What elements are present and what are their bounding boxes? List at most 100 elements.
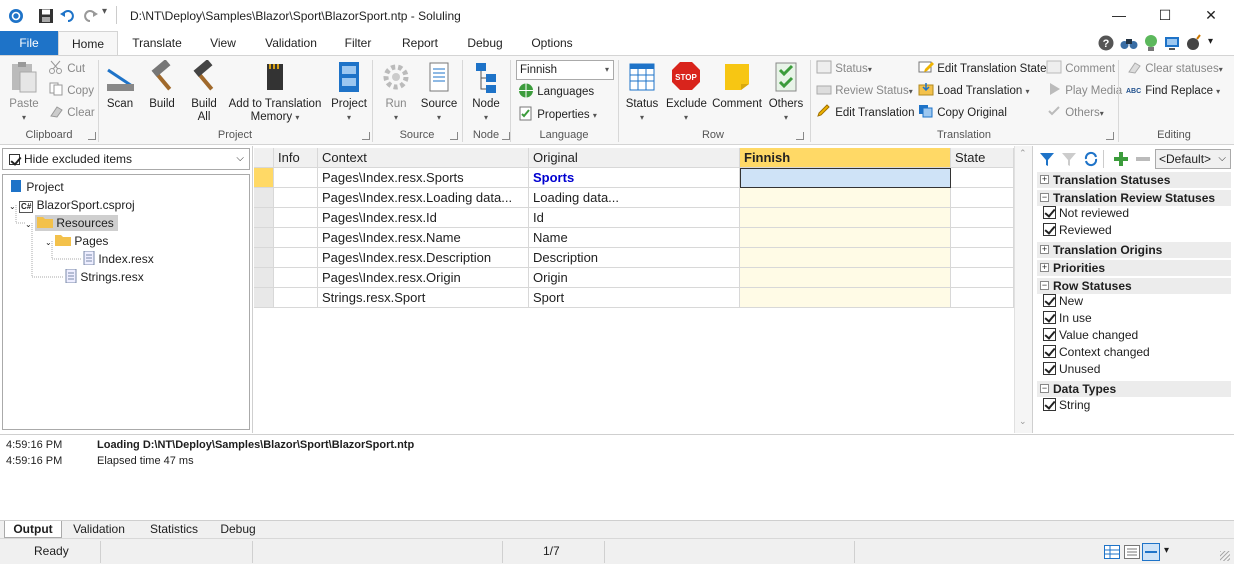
- finnish-cell[interactable]: [740, 228, 951, 248]
- tab-output-validation[interactable]: Validation: [66, 521, 132, 538]
- checkbox-checked[interactable]: [1043, 328, 1056, 341]
- minimize-button[interactable]: —: [1096, 0, 1142, 31]
- copy-button[interactable]: Copy: [48, 82, 94, 100]
- finnish-cell[interactable]: [740, 208, 951, 228]
- checkbox-checked[interactable]: [1043, 206, 1056, 219]
- language-select[interactable]: Finnish ▾: [516, 60, 614, 80]
- finnish-cell[interactable]: [740, 268, 951, 288]
- section-priorities[interactable]: + Priorities: [1037, 260, 1231, 276]
- original-cell[interactable]: Loading data...: [529, 188, 740, 208]
- tab-view[interactable]: View: [200, 31, 246, 55]
- view-dropdown-icon[interactable]: ▾: [1164, 545, 1169, 556]
- row-indicator-selected[interactable]: [254, 168, 274, 188]
- undo-icon[interactable]: [60, 8, 76, 24]
- copy-original-button[interactable]: Copy Original: [918, 104, 1007, 122]
- remove-icon[interactable]: [1135, 151, 1151, 167]
- filter-item-in-use[interactable]: In use: [1043, 310, 1092, 327]
- grid-vertical-scrollbar[interactable]: ⌃ ⌄: [1014, 146, 1032, 433]
- filter-item-reviewed[interactable]: Reviewed: [1043, 222, 1112, 239]
- bomb-icon[interactable]: [1186, 34, 1202, 51]
- tab-options[interactable]: Options: [522, 31, 582, 55]
- build-all-button[interactable]: Build All: [186, 60, 222, 124]
- output-log[interactable]: 4:59:16 PM Loading D:\NT\Deploy\Samples\…: [0, 434, 1234, 520]
- context-cell[interactable]: Pages\Index.resx.Origin: [318, 268, 529, 288]
- add-to-translation-memory-button[interactable]: Add to Translation Memory ▾: [228, 60, 322, 124]
- state-cell[interactable]: [951, 288, 1014, 308]
- collapse-icon[interactable]: −: [1040, 193, 1049, 202]
- filter-funnel-icon[interactable]: [1039, 151, 1055, 167]
- row-indicator[interactable]: [254, 248, 274, 268]
- row-comment-button[interactable]: Comment: [712, 60, 762, 111]
- tab-output-debug[interactable]: Debug: [214, 521, 262, 538]
- filter-clear-icon[interactable]: [1061, 151, 1077, 167]
- info-cell[interactable]: [274, 188, 318, 208]
- section-translation-origins[interactable]: + Translation Origins: [1037, 242, 1231, 258]
- tab-filter[interactable]: Filter: [338, 31, 378, 55]
- redo-icon[interactable]: [82, 8, 98, 24]
- edit-translation-state-button[interactable]: Edit Translation State: [918, 60, 1047, 78]
- review-status-button[interactable]: Review Status▾: [816, 82, 913, 100]
- node-button[interactable]: Node ▾: [468, 60, 504, 124]
- row-indicator[interactable]: [254, 228, 274, 248]
- row-indicator[interactable]: [254, 268, 274, 288]
- add-icon[interactable]: [1113, 151, 1129, 167]
- row-indicator[interactable]: [254, 288, 274, 308]
- row-indicator[interactable]: [254, 188, 274, 208]
- find-replace-button[interactable]: ABC Find Replace ▾: [1126, 82, 1220, 100]
- tab-home[interactable]: Home: [58, 31, 118, 56]
- filter-item-not-reviewed[interactable]: Not reviewed: [1043, 205, 1129, 222]
- filter-item-unused[interactable]: Unused: [1043, 361, 1100, 378]
- checkbox-checked[interactable]: [1043, 294, 1056, 307]
- app-logo-icon[interactable]: [8, 8, 24, 24]
- tab-file[interactable]: File: [0, 31, 58, 55]
- source-launcher-icon[interactable]: [450, 132, 458, 140]
- maximize-button[interactable]: ☐: [1142, 0, 1188, 31]
- save-icon[interactable]: [38, 8, 54, 24]
- original-cell[interactable]: Sport: [529, 288, 740, 308]
- tab-validation[interactable]: Validation: [256, 31, 326, 55]
- original-cell[interactable]: Id: [529, 208, 740, 228]
- original-cell[interactable]: Sports: [529, 168, 740, 188]
- help-icon[interactable]: ?: [1098, 35, 1114, 51]
- translation-status-button[interactable]: Status▾: [816, 60, 872, 78]
- row-others-button[interactable]: Others ▾: [766, 60, 806, 124]
- expand-icon[interactable]: +: [1040, 175, 1049, 184]
- node-launcher-icon[interactable]: [502, 132, 510, 140]
- state-cell[interactable]: [951, 228, 1014, 248]
- collapse-icon[interactable]: −: [1040, 384, 1049, 393]
- finnish-cell[interactable]: [740, 188, 951, 208]
- run-button[interactable]: Run ▾: [378, 60, 414, 124]
- context-cell[interactable]: Pages\Index.resx.Loading data...: [318, 188, 529, 208]
- build-button[interactable]: Build: [144, 60, 180, 111]
- source-button[interactable]: Source ▾: [420, 60, 458, 124]
- context-cell[interactable]: Strings.resx.Sport: [318, 288, 529, 308]
- context-cell[interactable]: Pages\Index.resx.Sports: [318, 168, 529, 188]
- preset-select[interactable]: <Default> ⌵: [1155, 149, 1231, 169]
- column-header-finnish[interactable]: Finnish: [740, 148, 951, 168]
- column-header-original[interactable]: Original: [529, 148, 740, 168]
- paste-button[interactable]: Paste ▾: [6, 60, 42, 124]
- properties-button[interactable]: Properties ▾: [518, 106, 597, 124]
- refresh-icon[interactable]: [1083, 151, 1099, 167]
- tree-node-index-resx[interactable]: Index.resx: [83, 250, 154, 268]
- info-cell[interactable]: [274, 208, 318, 228]
- row-launcher-icon[interactable]: [796, 132, 804, 140]
- load-translation-button[interactable]: Load Translation ▾: [918, 82, 1029, 100]
- expand-icon[interactable]: +: [1040, 245, 1049, 254]
- filter-item-context-changed[interactable]: Context changed: [1043, 344, 1150, 361]
- translation-comment-button[interactable]: Comment: [1046, 60, 1115, 78]
- finnish-cell-selected[interactable]: [740, 168, 951, 188]
- original-cell[interactable]: Description: [529, 248, 740, 268]
- tab-output-statistics[interactable]: Statistics: [140, 521, 208, 538]
- scroll-up-icon[interactable]: ⌃: [1019, 148, 1027, 159]
- column-header-info[interactable]: Info: [274, 148, 318, 168]
- languages-button[interactable]: Languages: [518, 83, 594, 101]
- customize-dropdown-icon[interactable]: ▾: [1208, 36, 1213, 47]
- state-cell[interactable]: [951, 248, 1014, 268]
- section-review-statuses[interactable]: − Translation Review Statuses: [1037, 190, 1231, 206]
- project-button[interactable]: Project ▾: [328, 60, 370, 124]
- info-cell[interactable]: [274, 228, 318, 248]
- tab-translate[interactable]: Translate: [124, 31, 190, 55]
- state-cell[interactable]: [951, 188, 1014, 208]
- clear-statuses-button[interactable]: Clear statuses▾: [1126, 60, 1223, 78]
